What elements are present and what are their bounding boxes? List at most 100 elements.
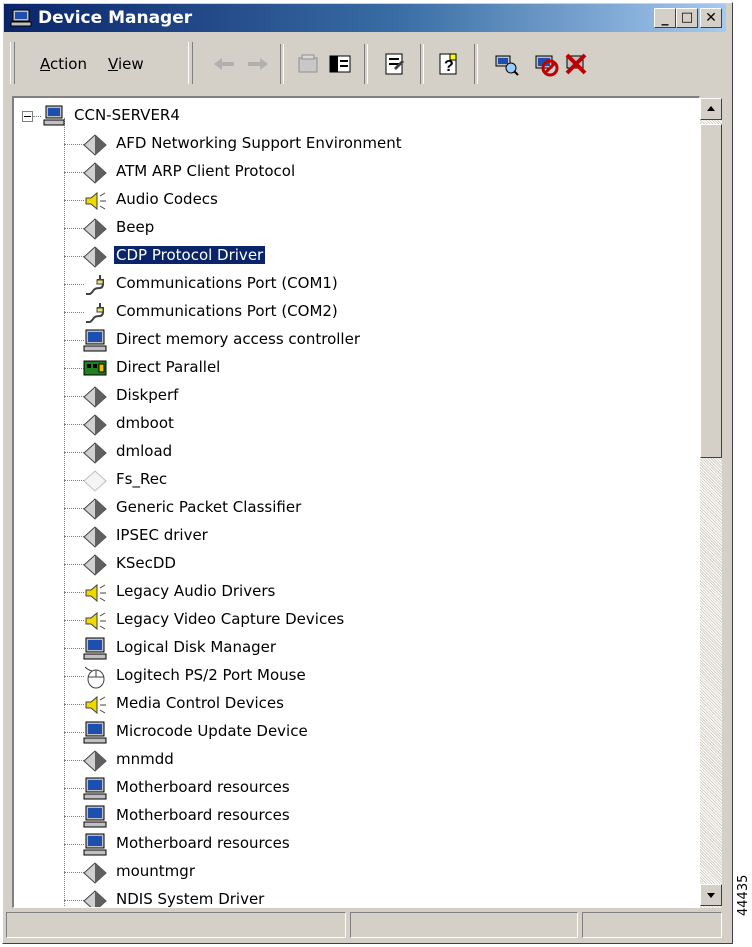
tree-item[interactable]: ATM ARP Client Protocol [14, 158, 694, 186]
tree-item-label: KSecDD [116, 554, 176, 572]
tree-item[interactable]: mountmgr [14, 858, 694, 886]
computer-icon [83, 637, 107, 660]
tree-item[interactable]: mnmdd [14, 746, 694, 774]
computer-icon [83, 805, 107, 828]
mouse-icon [84, 666, 105, 689]
toolbar-grip[interactable] [188, 42, 193, 84]
tree-connector-line [64, 368, 84, 369]
tree-item[interactable]: Logitech PS/2 Port Mouse [14, 662, 694, 690]
diamond-icon [83, 386, 107, 408]
tree-item-label: Direct Parallel [116, 358, 221, 376]
diamond-icon [83, 442, 107, 464]
tree-item[interactable]: NDIS System Driver [14, 886, 694, 908]
tree-item[interactable]: IPSEC driver [14, 522, 694, 550]
device-tree[interactable]: CCN-SERVER4 AFD Networking Support Envir… [12, 96, 700, 908]
vertical-scrollbar[interactable] [700, 98, 722, 908]
tree-item[interactable]: Direct memory access controller [14, 326, 694, 354]
tree-item-label: Motherboard resources [116, 806, 290, 824]
computer-icon [43, 105, 65, 126]
tree-item[interactable]: KSecDD [14, 550, 694, 578]
computer-icon [83, 329, 107, 352]
diamond-icon [83, 162, 107, 184]
tree-connector-line [64, 732, 84, 733]
tree-connector-line [64, 228, 84, 229]
tree-item[interactable]: Communications Port (COM1) [14, 270, 694, 298]
show-hide-tree-icon[interactable] [326, 50, 354, 78]
svg-text:?: ? [444, 58, 454, 75]
tree-item[interactable]: CDP Protocol Driver [14, 242, 694, 270]
tree-item[interactable]: Direct Parallel [14, 354, 694, 382]
device-manager-icon [10, 9, 32, 27]
tree-item[interactable]: Motherboard resources [14, 830, 694, 858]
tree-item[interactable]: Logical Disk Manager [14, 634, 694, 662]
tree-item[interactable]: Motherboard resources [14, 802, 694, 830]
tree-item-label: Audio Codecs [116, 190, 218, 208]
toolbar-separator [280, 44, 284, 84]
tree-connector-line [64, 172, 84, 173]
tree-connector-line [64, 900, 84, 901]
tree-item[interactable]: AFD Networking Support Environment [14, 130, 694, 158]
tree-item-label: Motherboard resources [116, 778, 290, 796]
tree-item-label: Media Control Devices [116, 694, 284, 712]
diamond-icon [83, 414, 107, 436]
arrow-down-icon [707, 893, 715, 898]
back-arrow-icon[interactable] [210, 50, 238, 78]
status-panel [6, 912, 346, 938]
status-panel [350, 912, 578, 938]
tree-connector-line [64, 508, 84, 509]
diamond-icon [83, 218, 107, 240]
scroll-down-button[interactable] [700, 884, 722, 906]
tree-item[interactable]: Fs_Rec [14, 466, 694, 494]
tree-item-label: Generic Packet Classifier [116, 498, 302, 516]
tree-item-label: Motherboard resources [116, 834, 290, 852]
help-icon[interactable]: ? [434, 50, 462, 78]
tree-connector-line [64, 788, 84, 789]
tree-item[interactable]: Audio Codecs [14, 186, 694, 214]
tree-connector-line [64, 844, 84, 845]
tree-item[interactable]: Microcode Update Device [14, 718, 694, 746]
tree-item[interactable]: dmload [14, 438, 694, 466]
diamond-icon [83, 862, 107, 884]
tree-item-label: AFD Networking Support Environment [116, 134, 402, 152]
tree-item-label: Fs_Rec [116, 470, 168, 488]
toolbar-separator [474, 44, 478, 84]
collapse-icon[interactable] [22, 111, 33, 122]
tree-item-label: IPSEC driver [116, 526, 208, 544]
scan-hardware-icon[interactable] [492, 50, 520, 78]
diamond-icon [83, 750, 107, 772]
scrollbar-thumb[interactable] [700, 124, 722, 458]
forward-arrow-icon[interactable] [244, 50, 272, 78]
maximize-button[interactable]: □ [676, 8, 698, 28]
tree-item-label: dmload [116, 442, 173, 460]
tree-item[interactable]: Motherboard resources [14, 774, 694, 802]
tree-item[interactable]: dmboot [14, 410, 694, 438]
tree-item-label: NDIS System Driver [116, 890, 265, 908]
scroll-up-button[interactable] [700, 98, 722, 120]
tree-item[interactable]: Beep [14, 214, 694, 242]
diamond-icon [83, 890, 107, 907]
disable-device-icon[interactable] [532, 50, 560, 78]
properties-icon[interactable] [380, 50, 408, 78]
tree-connector-line [64, 452, 84, 453]
tree-item[interactable]: Legacy Video Capture Devices [14, 606, 694, 634]
close-button[interactable]: ✕ [700, 8, 722, 28]
computer-icon [83, 833, 107, 856]
tree-root[interactable]: CCN-SERVER4 [14, 102, 694, 130]
tree-connector-line [64, 872, 84, 873]
tree-item[interactable]: Diskperf [14, 382, 694, 410]
tree-connector-line [64, 340, 84, 341]
title-bar[interactable]: Device Manager _ □ ✕ [4, 4, 726, 32]
minimize-button[interactable]: _ [654, 8, 676, 28]
diamond-icon [83, 554, 107, 576]
up-folder-icon[interactable] [294, 50, 322, 78]
action-menu[interactable]: Action [40, 55, 87, 73]
toolbar-grip[interactable] [10, 42, 15, 84]
diamond-icon [83, 134, 107, 156]
view-menu[interactable]: View [108, 55, 144, 73]
tree-connector-line [64, 704, 84, 705]
tree-item[interactable]: Communications Port (COM2) [14, 298, 694, 326]
tree-item[interactable]: Generic Packet Classifier [14, 494, 694, 522]
tree-item[interactable]: Media Control Devices [14, 690, 694, 718]
uninstall-device-icon[interactable] [562, 50, 590, 78]
tree-item[interactable]: Legacy Audio Drivers [14, 578, 694, 606]
